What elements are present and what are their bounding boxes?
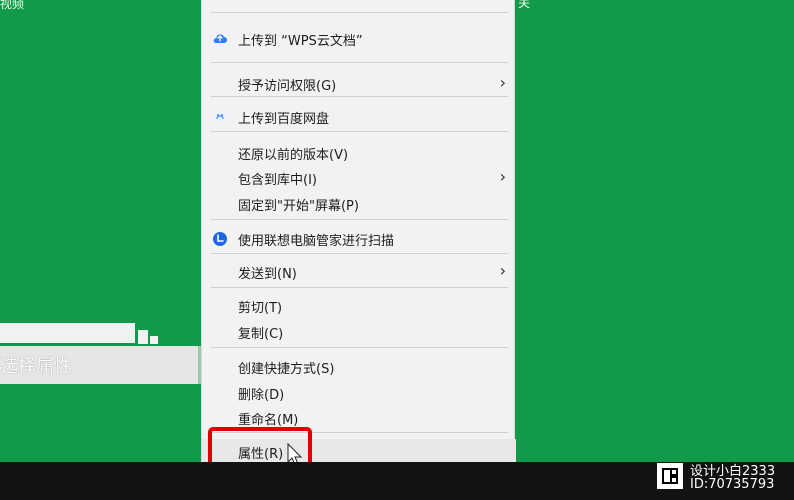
menu-separator — [211, 62, 508, 63]
menu-item-upload-wps[interactable]: 上传到 “WPS云文档” — [202, 26, 516, 51]
menu-item-label: 上传到百度网盘 — [238, 112, 330, 127]
baidu-cloud-icon — [214, 111, 226, 123]
menu-item-label: 还原以前的版本(V) — [238, 148, 349, 163]
menu-item-label: 创建快捷方式(S) — [238, 362, 335, 377]
menu-separator — [211, 96, 508, 97]
menu-item-lenovo-scan[interactable]: 使用联想电脑管家进行扫描 — [202, 226, 516, 251]
menu-item-create-shortcut[interactable]: 创建快捷方式(S) — [202, 354, 516, 379]
context-menu[interactable]: 上传到 “WPS云文档” 授予访问权限(G) › 上传到百度网盘 还原以前的版本… — [201, 0, 516, 464]
menu-separator — [211, 287, 508, 288]
desktop-label-right: 关 — [518, 0, 531, 10]
watermark-line2: ID:70735793 — [690, 477, 775, 492]
menu-item-upload-baidu[interactable]: 上传到百度网盘 — [202, 104, 516, 129]
menu-item-label: 剪切(T) — [238, 301, 283, 316]
menu-item-label: 发送到(N) — [238, 267, 297, 282]
menu-item-label: 包含到库中(I) — [238, 173, 317, 188]
menu-item-label: 重命名(M) — [238, 413, 299, 428]
menu-item-send-to[interactable]: 发送到(N) › — [202, 259, 516, 284]
menu-item-label: 复制(C) — [238, 327, 284, 342]
menu-item-pin-start[interactable]: 固定到"开始"屏幕(P) — [202, 191, 516, 216]
file-selection-fragment — [138, 330, 148, 344]
caption-text: 选择属性 — [0, 356, 72, 377]
menu-item-label: 删除(D) — [238, 388, 285, 403]
menu-item-label: 使用联想电脑管家进行扫描 — [238, 234, 395, 249]
menu-item-copy[interactable]: 复制(C) — [202, 319, 516, 344]
menu-item-restore-version[interactable]: 还原以前的版本(V) — [202, 140, 516, 165]
menu-separator — [211, 253, 508, 254]
cloud-upload-icon — [213, 34, 227, 43]
menu-separator — [211, 131, 508, 132]
menu-separator — [211, 347, 508, 348]
file-selection-strip — [0, 323, 135, 343]
desktop-label-left: 视频 — [0, 0, 25, 11]
menu-item-include-library[interactable]: 包含到库中(I) › — [202, 165, 516, 190]
menu-item-label: 授予访问权限(G) — [238, 79, 337, 94]
chevron-right-icon: › — [499, 261, 506, 280]
file-selection-fragment — [150, 336, 158, 344]
menu-separator — [211, 219, 508, 220]
menu-item-grant-access[interactable]: 授予访问权限(G) › — [202, 71, 516, 96]
chevron-right-icon: › — [499, 167, 506, 186]
menu-item-delete[interactable]: 删除(D) — [202, 380, 516, 405]
chevron-right-icon: › — [499, 73, 506, 92]
menu-item-label: 固定到"开始"屏幕(P) — [238, 199, 359, 214]
watermark-logo-icon — [657, 463, 683, 489]
menu-separator — [211, 12, 508, 13]
lenovo-icon — [213, 232, 227, 246]
menu-item-label: 上传到 “WPS云文档” — [238, 34, 363, 49]
menu-item-cut[interactable]: 剪切(T) — [202, 293, 516, 318]
